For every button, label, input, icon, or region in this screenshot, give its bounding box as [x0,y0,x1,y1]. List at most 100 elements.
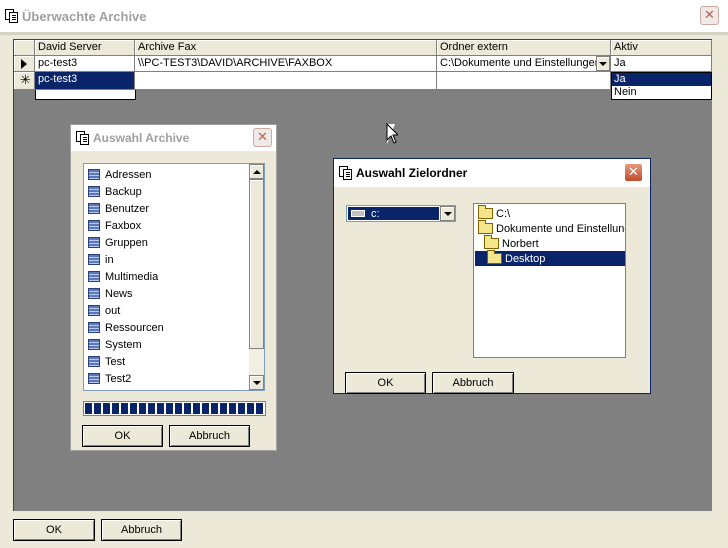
folder-dialog-titlebar[interactable]: Auswahl Zielordner ✕ [334,159,650,187]
row-selector-current[interactable] [14,56,35,72]
archive-folder-icon [88,203,100,214]
col-header-archive-fax[interactable]: Archive Fax [135,40,437,56]
folder-cancel-button[interactable]: Abbruch [432,372,514,394]
list-item[interactable]: Test [88,353,125,370]
tree-item-norbert[interactable]: Norbert [484,235,539,251]
drive-select[interactable]: c: [346,205,456,222]
list-item-label: Test [105,355,126,368]
scroll-thumb[interactable] [249,179,264,349]
list-item-label: Faxbox [105,219,142,232]
list-item-label: Gruppen [105,236,148,249]
aktiv-option-ja[interactable]: Ja [612,73,711,86]
list-item[interactable]: Gruppen [88,234,148,251]
server-dropdown-list[interactable] [35,90,136,100]
list-item[interactable]: Backup [88,183,142,200]
archive-folder-icon [88,254,100,265]
tree-label-dokumente: Dokumente und Einstellungen [496,222,625,235]
drive-label: c: [371,207,380,220]
cell-aktiv[interactable]: Ja [611,56,712,72]
list-item[interactable]: Ressourcen [88,319,164,336]
list-item[interactable]: Adressen [88,166,151,183]
archive-folder-icon [88,220,100,231]
list-item-label: System [105,338,142,351]
main-cancel-button[interactable]: Abbruch [101,519,182,541]
archive-folder-icon [88,373,100,384]
archive-scrollbar[interactable] [249,164,264,390]
archive-folder-icon [88,237,100,248]
archive-progress-bar [83,401,266,416]
list-item[interactable]: in [88,251,114,268]
tree-label-c: C:\ [496,207,511,220]
list-item[interactable]: Benutzer [88,200,149,217]
folder-ok-button[interactable]: OK [345,372,426,394]
cell-ordner-extern-new[interactable] [437,72,611,90]
aktiv-dropdown-list[interactable]: Ja Nein [611,72,712,100]
cell-archive-fax-new[interactable] [135,72,437,90]
archive-folder-icon [88,186,100,197]
tree-item-c[interactable]: C:\ [478,205,511,221]
col-header-david-server[interactable]: David Server [35,40,135,56]
list-item[interactable]: News [88,285,133,302]
arrow-up-icon [252,169,261,174]
grid-corner [14,40,35,56]
list-item-label: Adressen [105,168,152,181]
tree-item-desktop[interactable]: Desktop [475,250,625,266]
list-item[interactable]: Multimedia [88,268,158,285]
col-header-ordner-extern[interactable]: Ordner extern [437,40,611,56]
ordner-browse-dropdown-button[interactable] [596,56,610,71]
archive-folder-icon [88,288,100,299]
archive-cancel-button[interactable]: Abbruch [169,425,250,447]
tree-label-desktop: Desktop [505,252,546,265]
current-row-arrow-icon [21,59,27,69]
main-close-icon[interactable]: ✕ [700,6,719,25]
scroll-down-button[interactable] [249,375,264,390]
archive-folder-icon [88,322,100,333]
tree-label-norbert: Norbert [502,237,539,250]
folder-open-icon [484,235,499,249]
row-selector-new[interactable]: ✳ [14,72,35,90]
archive-progress-fill [85,403,264,414]
tree-item-dokumente[interactable]: Dokumente und Einstellungen [478,220,625,236]
cell-david-server[interactable]: pc-test3 [35,56,135,72]
drive-selected: c: [348,207,439,220]
new-row-asterisk-icon: ✳ [20,73,31,88]
app-icon [4,8,20,24]
drive-icon [351,210,365,217]
list-item-label: in [105,253,114,266]
drive-dropdown-button[interactable] [440,206,455,221]
list-item-label: Test2 [105,372,132,385]
archive-ok-button[interactable]: OK [82,425,163,447]
cell-archive-fax[interactable]: \\PC-TEST3\DAVID\ARCHIVE\FAXBOX [135,56,437,72]
list-item[interactable]: Test2 [88,370,131,387]
list-item[interactable]: Faxbox [88,217,141,234]
archive-dialog-title: Auswahl Archive [93,131,190,145]
main-ok-button[interactable]: OK [13,519,95,541]
list-item-label: out [105,304,121,317]
aktiv-option-nein[interactable]: Nein [612,86,711,99]
main-titlebar[interactable]: Überwachte Archive ✕ [0,0,728,32]
folder-open-icon [478,205,493,219]
archive-dialog-close-icon[interactable]: ✕ [253,128,272,147]
list-item[interactable]: System [88,336,142,353]
chevron-down-icon [443,211,452,216]
col-header-aktiv[interactable]: Aktiv [611,40,712,56]
arrow-down-icon [252,380,261,385]
folder-tree[interactable]: C:\ Dokumente und Einstellungen Norbert … [473,203,626,358]
archive-listbox[interactable]: Adressen Backup Benutzer Faxbox Gruppen in Mul… [83,163,265,391]
folder-open-icon [487,250,502,264]
list-item-label: News [105,287,133,300]
scroll-up-button[interactable] [249,164,264,179]
cell-david-server-new[interactable]: pc-test3 [35,72,135,90]
archive-folder-icon [88,169,100,180]
folder-dialog-close-icon[interactable]: ✕ [624,163,643,182]
list-item[interactable]: out [88,302,120,319]
list-item-label: Backup [105,185,142,198]
chevron-down-icon [599,61,607,66]
archive-folder-icon [88,339,100,350]
archive-dialog-titlebar[interactable]: Auswahl Archive ✕ [71,125,276,151]
folder-dialog-icon [338,165,354,181]
list-item-label: Benutzer [105,202,150,215]
cell-ordner-extern[interactable]: C:\Dokumente und Einstellungen [437,56,611,72]
list-item-label: Ressourcen [105,321,164,334]
archive-folder-icon [88,356,100,367]
